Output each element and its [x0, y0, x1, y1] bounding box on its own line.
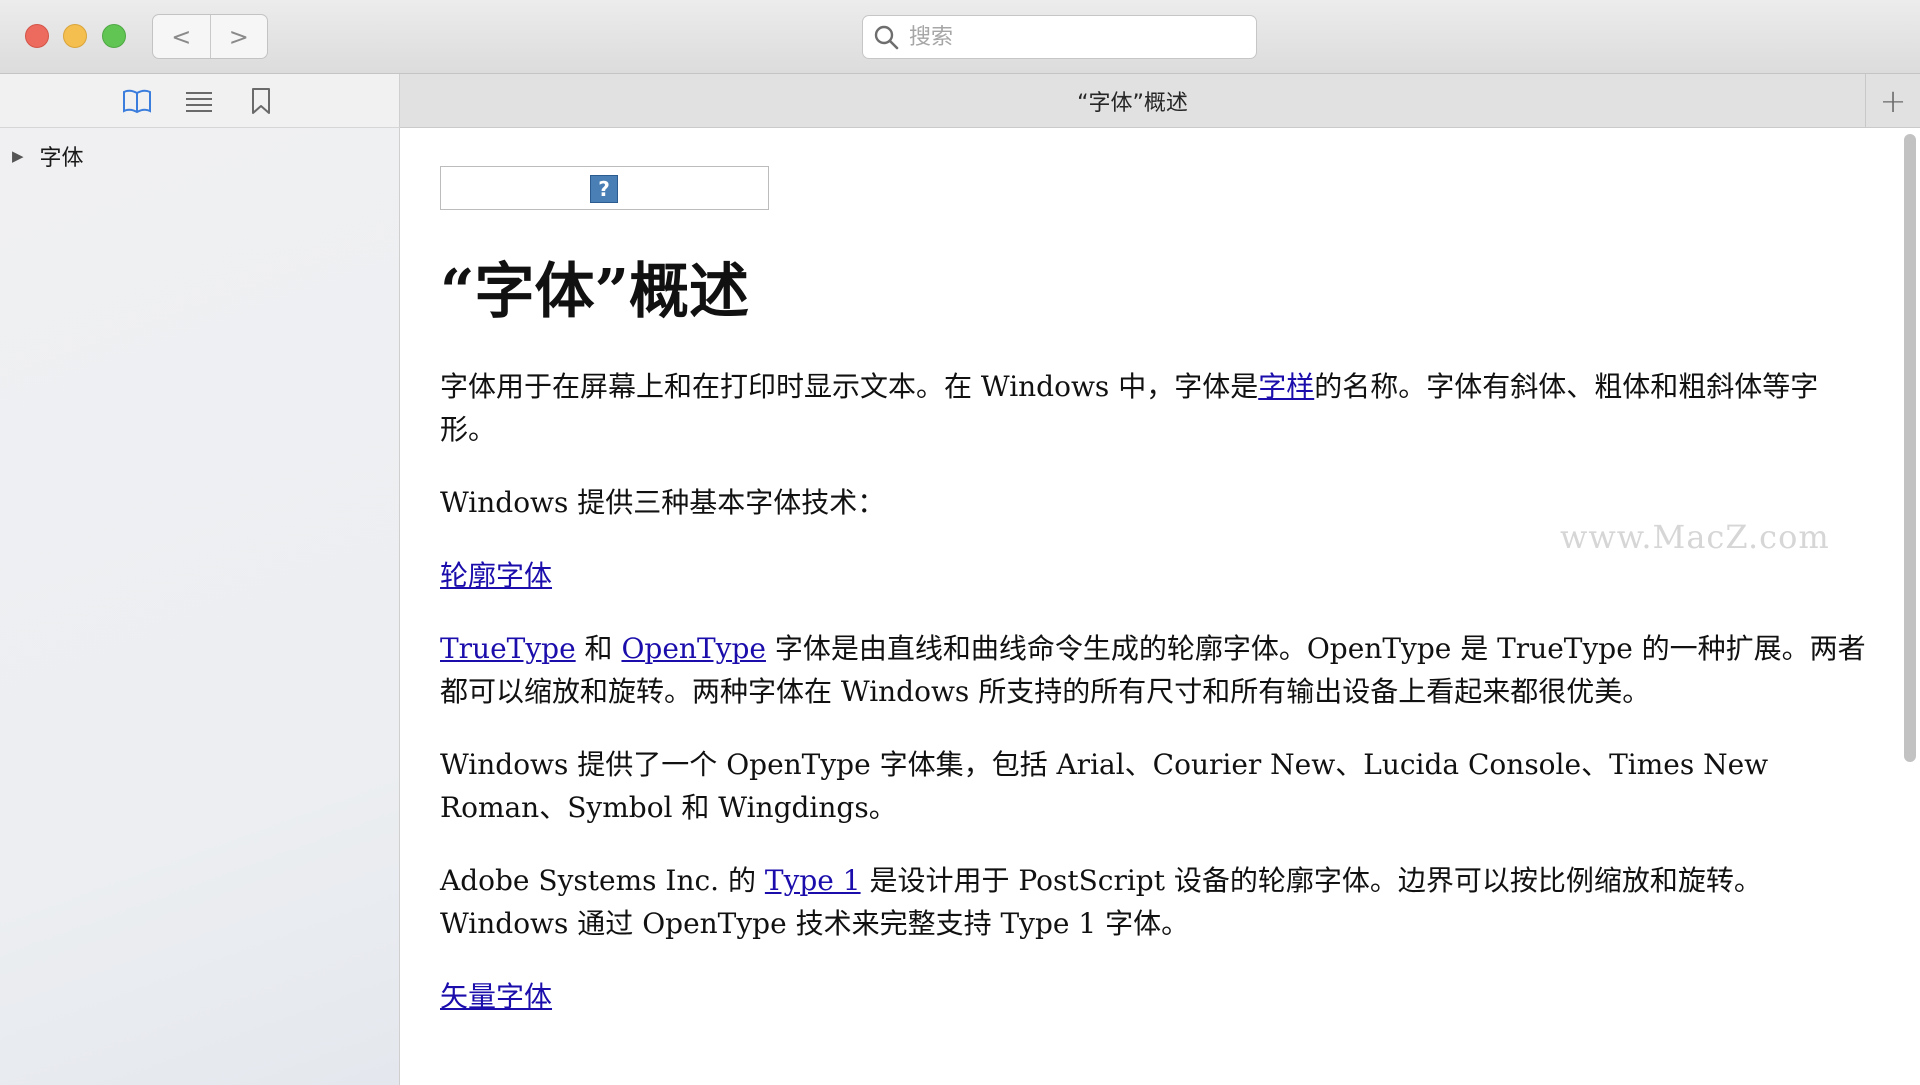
zoom-window-button[interactable]: [102, 24, 126, 48]
paragraph-vector-link: 矢量字体: [440, 975, 1870, 1018]
sidebar-item-label: 字体: [39, 146, 84, 171]
back-button[interactable]: <: [153, 15, 210, 58]
sidebar: ▶ 字体: [0, 128, 400, 1085]
minimize-window-button[interactable]: [63, 24, 87, 48]
contents-view-button[interactable]: [122, 86, 152, 116]
search-input[interactable]: [907, 23, 1227, 51]
sidebar-toolbar: [0, 74, 400, 128]
list-icon: [186, 92, 212, 112]
paragraph-truetype: TrueType 和 OpenType 字体是由直线和曲线命令生成的轮廓字体。O…: [440, 632, 1866, 708]
link-type1[interactable]: Type 1: [765, 864, 861, 897]
close-window-button[interactable]: [25, 24, 49, 48]
forward-button[interactable]: >: [209, 15, 268, 58]
vertical-scrollbar[interactable]: [1904, 134, 1916, 762]
bookmarks-view-button[interactable]: [246, 86, 276, 116]
link-opentype[interactable]: OpenType: [621, 632, 765, 665]
navigation-buttons: < >: [152, 14, 268, 59]
content-area: ? “字体”概述 字体用于在屏幕上和在打印时显示文本。在 Windows 中，字…: [400, 128, 1920, 1085]
watermark: www.MacZ.com: [1560, 518, 1830, 556]
link-vector-fonts[interactable]: 矢量字体: [440, 980, 552, 1013]
bookmark-icon: [252, 88, 270, 114]
window-titlebar: < >: [0, 0, 1920, 74]
link-truetype[interactable]: TrueType: [440, 632, 576, 665]
tab-bar: “字体”概述 +: [400, 74, 1920, 128]
disclosure-triangle-icon[interactable]: ▶: [12, 147, 24, 165]
new-tab-button[interactable]: +: [1865, 74, 1920, 128]
sidebar-item-fonts[interactable]: ▶ 字体: [12, 140, 84, 172]
plus-icon: +: [1879, 82, 1907, 120]
link-outline-fonts[interactable]: 轮廓字体: [440, 559, 552, 592]
tab-current[interactable]: “字体”概述: [400, 74, 1865, 128]
search-field[interactable]: [862, 15, 1257, 59]
paragraph-outline-link: 轮廓字体: [440, 554, 1870, 597]
paragraph-intro: 字体用于在屏幕上和在打印时显示文本。在 Windows 中，字体是字样的名称。字…: [440, 370, 1819, 446]
search-icon: [874, 25, 899, 50]
chevron-left-icon: <: [171, 22, 192, 51]
chevron-right-icon: >: [228, 22, 249, 51]
paragraph-type1: Adobe Systems Inc. 的 Type 1 是设计用于 PostSc…: [440, 864, 1762, 940]
link-typeface[interactable]: 字样: [1258, 370, 1314, 403]
article: “字体”概述 字体用于在屏幕上和在打印时显示文本。在 Windows 中，字体是…: [440, 258, 1870, 1048]
tab-title-label: “字体”概述: [1077, 91, 1188, 116]
missing-image-placeholder: ?: [440, 166, 769, 210]
paragraph-font-set: Windows 提供了一个 OpenType 字体集，包括 Arial、Cour…: [440, 748, 1769, 824]
book-icon: [123, 89, 151, 114]
index-view-button[interactable]: [184, 86, 214, 116]
page-title: “字体”概述: [440, 257, 750, 327]
question-mark-icon: ?: [590, 175, 618, 203]
